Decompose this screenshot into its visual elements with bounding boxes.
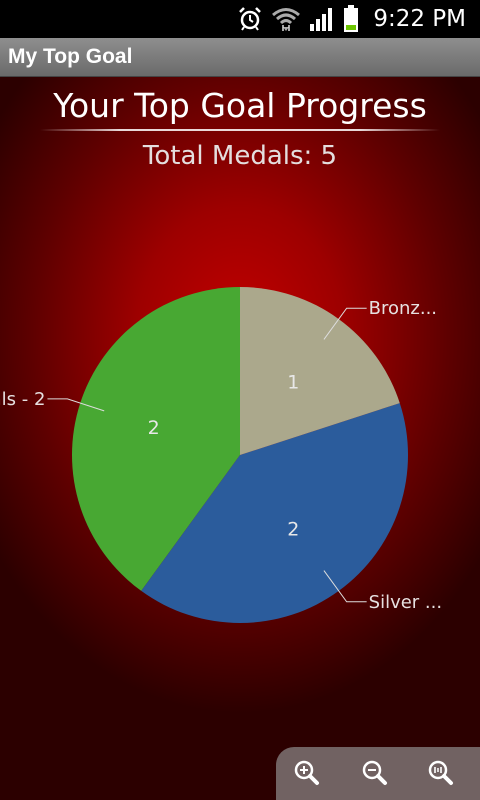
zoom-reset-icon[interactable]	[426, 758, 456, 788]
status-time: 9:22 PM	[373, 6, 466, 32]
pie-label-bronze: Bronz...	[369, 298, 437, 319]
signal-icon	[310, 8, 333, 31]
pie-label-gold: Gold Medals - 2	[0, 389, 45, 410]
app-title: My Top Goal	[8, 45, 133, 68]
pie-value-label-bronze: 1	[287, 372, 299, 394]
zoom-out-icon[interactable]	[360, 758, 390, 788]
alarm-clock-icon	[239, 7, 262, 31]
wifi-icon	[272, 8, 301, 31]
battery-icon	[344, 5, 359, 32]
pie-value-label-silver: 2	[287, 518, 299, 540]
status-bar: 9:22 PM	[0, 0, 480, 38]
zoom-controls	[276, 747, 480, 800]
status-icons: 9:22 PM	[237, 4, 466, 34]
chart-content: Your Top Goal Progress Total Medals: 5 2…	[0, 77, 480, 800]
pie-value-label-gold: 2	[148, 417, 160, 439]
pie-chart: 2 Gold Medals - 2 2 Silver ... 1 Bronz...	[0, 287, 442, 623]
pie-label-silver: Silver ...	[369, 592, 442, 613]
title-bar: My Top Goal	[0, 38, 480, 77]
zoom-in-icon[interactable]	[292, 758, 322, 788]
